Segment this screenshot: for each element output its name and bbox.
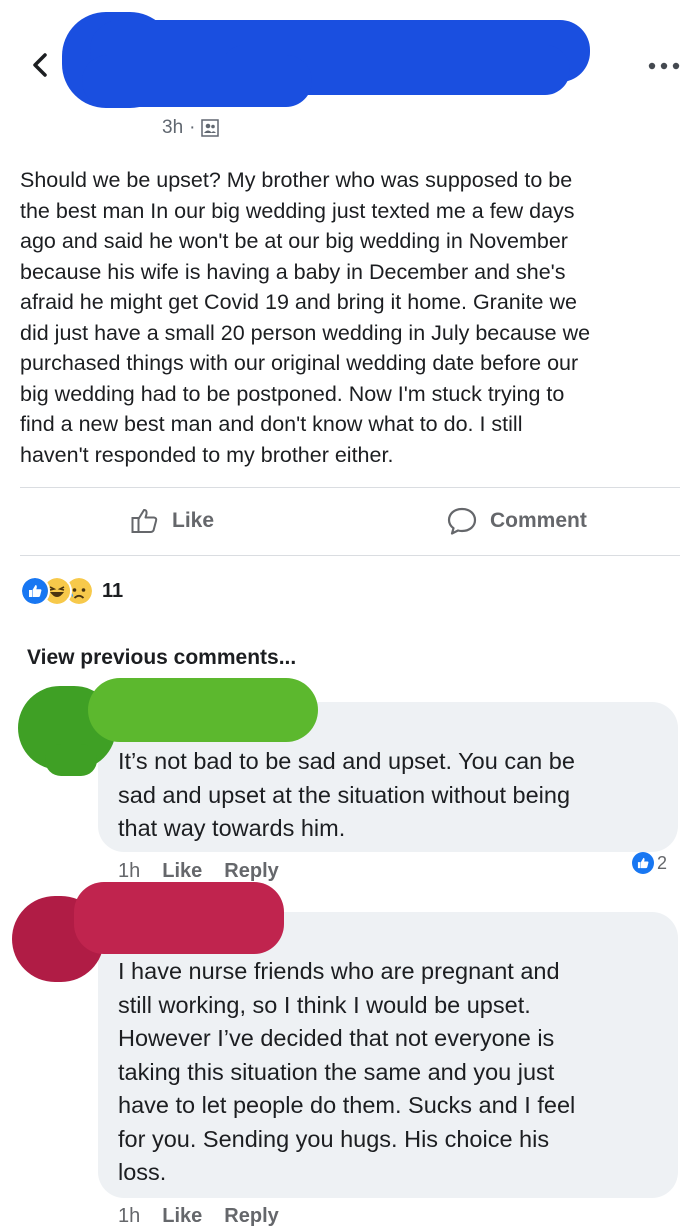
post-header: 3h · <box>0 0 700 150</box>
more-options-icon[interactable] <box>644 58 684 74</box>
comment-footer: 1h Like Reply <box>118 1205 279 1228</box>
thumbs-up-icon <box>131 508 158 533</box>
divider-bottom <box>20 555 680 556</box>
comment-text: I have nurse friends who are pregnant an… <box>118 958 576 1185</box>
divider-top <box>20 487 680 488</box>
comment-button[interactable]: Comment <box>446 506 587 536</box>
comment-bubble-icon <box>447 507 477 535</box>
like-button[interactable]: Like <box>130 506 214 536</box>
comment-reply-button[interactable]: Reply <box>224 860 278 883</box>
comment-button-label: Comment <box>490 509 587 532</box>
comment-footer: 1h Like Reply <box>118 860 279 883</box>
comment-reply-button[interactable]: Reply <box>224 1205 278 1228</box>
meta-separator: · <box>189 117 196 138</box>
post-timestamp[interactable]: 3h <box>162 117 183 139</box>
reaction-count: 11 <box>102 579 124 602</box>
friends-icon <box>201 119 220 137</box>
view-previous-comments-link[interactable]: View previous comments... <box>27 646 296 670</box>
comment-like-count: 2 <box>657 852 668 873</box>
like-button-label: Like <box>172 509 215 532</box>
back-arrow-icon[interactable] <box>26 50 56 80</box>
comment-like-button[interactable]: Like <box>162 860 202 883</box>
like-icon <box>20 576 50 606</box>
comment-like-button[interactable]: Like <box>162 1205 202 1228</box>
post-meta: 3h · <box>162 117 220 139</box>
like-icon <box>632 852 654 874</box>
comment-reaction-count[interactable]: 2 <box>632 852 667 874</box>
reactions-summary[interactable]: 11 <box>20 576 123 606</box>
comment-timestamp[interactable]: 1h <box>118 860 140 883</box>
comment-timestamp[interactable]: 1h <box>118 1205 140 1228</box>
post-body-text: Should we be upset? My brother who was s… <box>20 168 591 467</box>
comment-text: It’s not bad to be sad and upset. You ca… <box>118 748 575 841</box>
